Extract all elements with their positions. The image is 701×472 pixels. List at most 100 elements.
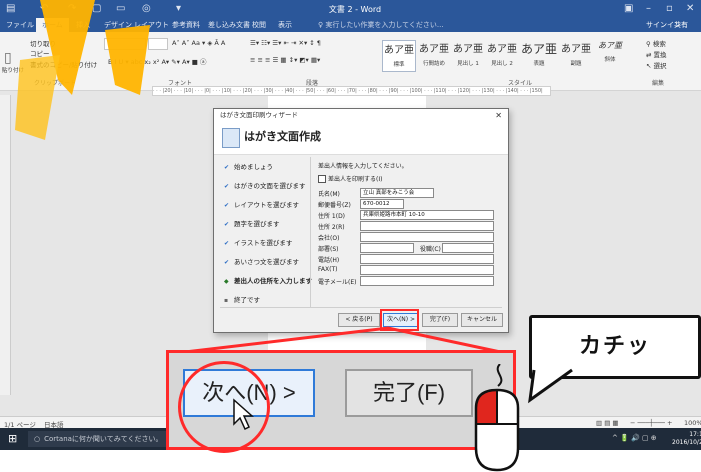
style-subtitle[interactable]: あア亜 副題 xyxy=(560,40,592,70)
tab-review[interactable]: 校閲 xyxy=(252,20,266,30)
cortana-search[interactable]: ○ Cortanaに何か聞いてみてください。 xyxy=(28,431,176,447)
style-sample: あア亜 xyxy=(520,42,557,56)
style-name: 標準 xyxy=(393,62,405,68)
style-title[interactable]: あア亜 表題 xyxy=(520,40,558,70)
ribbon-display-icon[interactable]: ▣ xyxy=(624,3,633,14)
step-sender-address[interactable]: ◆ 差出人の住所を入力します xyxy=(224,275,312,285)
list-icons[interactable]: ☰▾ ☷▾ ☰▾ ⇤ ⇥ ✕▾ ↕ ¶ xyxy=(250,39,321,47)
window-title: 文書 2 - Word xyxy=(328,5,382,14)
style-name: 行間詰め xyxy=(422,61,445,67)
zoom-slider[interactable]: − ───┼─── + xyxy=(630,419,672,427)
select-button[interactable]: ↖ 選択 xyxy=(646,60,667,70)
department-label: 部署(S) xyxy=(318,246,339,253)
style-heading2[interactable]: あア亜 見出し 2 xyxy=(486,40,518,70)
mouse-pointer-icon xyxy=(233,398,254,431)
find-button[interactable]: ⚲ 検索 xyxy=(646,38,666,48)
style-name: 表題 xyxy=(533,61,545,67)
style-name: 見出し 2 xyxy=(491,61,513,67)
step-title-text[interactable]: ✔ 題字を選びます xyxy=(224,218,280,228)
replace-button[interactable]: ⇄ 置換 xyxy=(646,49,667,59)
check-icon: ✔ xyxy=(224,183,230,190)
name-field[interactable]: 立山 真部をみこう会 xyxy=(360,188,434,198)
company-label: 会社(O) xyxy=(318,235,340,242)
dialog-close-icon[interactable]: ✕ xyxy=(495,109,502,122)
postcard-icon xyxy=(222,128,240,148)
job-title-field[interactable] xyxy=(442,243,494,253)
zoomed-finish-button[interactable]: 完了(F) xyxy=(345,369,473,417)
email-label: 電子メール(E) xyxy=(318,279,357,286)
pending-step-icon: ▪ xyxy=(224,297,229,304)
dialog-title-bar: はがき文面印刷ウィザード ✕ xyxy=(214,109,508,122)
print-sender-checkbox[interactable] xyxy=(318,175,326,183)
cortana-placeholder: Cortanaに何か聞いてみてください。 xyxy=(44,435,163,443)
current-step-icon: ◆ xyxy=(224,278,229,285)
replace-icon: ⇄ xyxy=(646,51,654,59)
email-field[interactable] xyxy=(360,276,494,286)
instruction-text: 差出人情報を入力してください。 xyxy=(318,163,408,170)
step-greeting[interactable]: ✔ あいさつ文を選びます xyxy=(224,256,299,266)
check-icon: ✔ xyxy=(224,202,230,209)
replace-label: 置換 xyxy=(653,51,667,59)
step-start[interactable]: ✔ 始めましょう xyxy=(224,161,273,171)
style-name: 見出し 1 xyxy=(457,61,479,67)
tab-mailings[interactable]: 差し込み文書 xyxy=(208,20,250,30)
step-layout[interactable]: ✔ レイアウトを選びます xyxy=(224,199,299,209)
tray-icons[interactable]: ^ 🔋 🔊 ▢ ⊕ xyxy=(612,434,657,442)
bottom-margin xyxy=(0,450,701,472)
postal-field[interactable]: 670-0012 xyxy=(360,199,404,209)
step-finish[interactable]: ▪ 終了です xyxy=(224,294,260,304)
style-name: 副題 xyxy=(570,61,582,67)
align-icons[interactable]: ≡ ≡ ≡ ☰ ▦ ↕▾ ◩▾ ▦▾ xyxy=(250,56,320,64)
minimize-icon[interactable]: – xyxy=(646,3,651,14)
close-icon[interactable]: ✕ xyxy=(686,3,694,14)
step-label: 始めましょう xyxy=(234,163,273,171)
windows-start-icon[interactable]: ⊞ xyxy=(8,432,17,445)
step-label: 題字を選びます xyxy=(234,220,280,228)
step-card-face[interactable]: ✔ はがきの文面を選びます xyxy=(224,180,306,190)
address2-field[interactable] xyxy=(360,221,494,231)
style-no-spacing[interactable]: あア亜 行間詰め xyxy=(418,40,450,70)
step-illustration[interactable]: ✔ イラストを選びます xyxy=(224,237,292,247)
clock[interactable]: 17:10 2016/10/20 xyxy=(672,431,701,447)
step-label: 差出人の住所を入力します xyxy=(234,277,312,285)
company-field[interactable] xyxy=(360,232,494,242)
finish-button[interactable]: 完了(F) xyxy=(422,313,458,327)
address2-label: 住所 2(R) xyxy=(318,224,345,231)
tab-view[interactable]: 表示 xyxy=(278,20,292,30)
fax-field[interactable] xyxy=(360,265,494,275)
phone-label: 電話(H) xyxy=(318,257,340,264)
address1-field[interactable]: 兵庫県姫路市本町 10-10 xyxy=(360,210,494,220)
postcard-wizard-dialog: はがき文面印刷ウィザード ✕ はがき文面作成 ✔ 始めましょう ✔ はがきの文面を選… xyxy=(213,108,509,333)
department-field[interactable] xyxy=(360,243,414,253)
cortana-circle-icon: ○ xyxy=(34,435,41,443)
style-normal[interactable]: あア亜 標準 xyxy=(382,40,416,72)
step-label: イラストを選びます xyxy=(234,239,293,247)
style-sample: あア亜 xyxy=(561,44,591,55)
back-button[interactable]: < 戻る(P) xyxy=(338,313,380,327)
maximize-icon[interactable]: ▫ xyxy=(666,3,673,14)
dialog-heading: はがき文面作成 xyxy=(244,130,321,143)
zoom-level[interactable]: 100% xyxy=(684,419,701,427)
select-icon: ↖ xyxy=(646,62,654,70)
phone-field[interactable] xyxy=(360,254,494,264)
step-label: 終了です xyxy=(234,296,260,304)
tell-me-search[interactable]: ♀ 実行したい作業を入力してください... xyxy=(318,20,444,30)
print-sender-label: 差出人を印刷する(I) xyxy=(328,176,383,183)
style-sample: あア亜 xyxy=(384,45,414,56)
fax-label: FAX(T) xyxy=(318,266,338,273)
style-heading1[interactable]: あア亜 見出し 1 xyxy=(452,40,484,70)
cancel-button[interactable]: キャンセル xyxy=(461,313,503,327)
style-sample: あア亜 xyxy=(453,44,483,55)
view-buttons-icon[interactable]: ▥ ▤ ▦ xyxy=(596,419,619,427)
dialog-header: はがき文面作成 xyxy=(214,122,508,155)
clock-date: 2016/10/20 xyxy=(672,439,701,446)
step-label: はがきの文面を選びます xyxy=(234,182,306,190)
style-sample: あア亜 xyxy=(487,44,517,55)
style-sample: あア亜 xyxy=(598,41,622,50)
editing-group-label: 編集 xyxy=(652,80,665,87)
search-icon: ⚲ xyxy=(646,40,653,48)
style-emphasis[interactable]: あア亜 斜体 xyxy=(594,40,626,70)
share-button[interactable]: 共有 xyxy=(674,20,688,30)
horizontal-ruler: · · · |20| · · · |10| · · · |0| · · · |1… xyxy=(152,86,551,96)
orange-cursor-overlay xyxy=(15,0,150,140)
